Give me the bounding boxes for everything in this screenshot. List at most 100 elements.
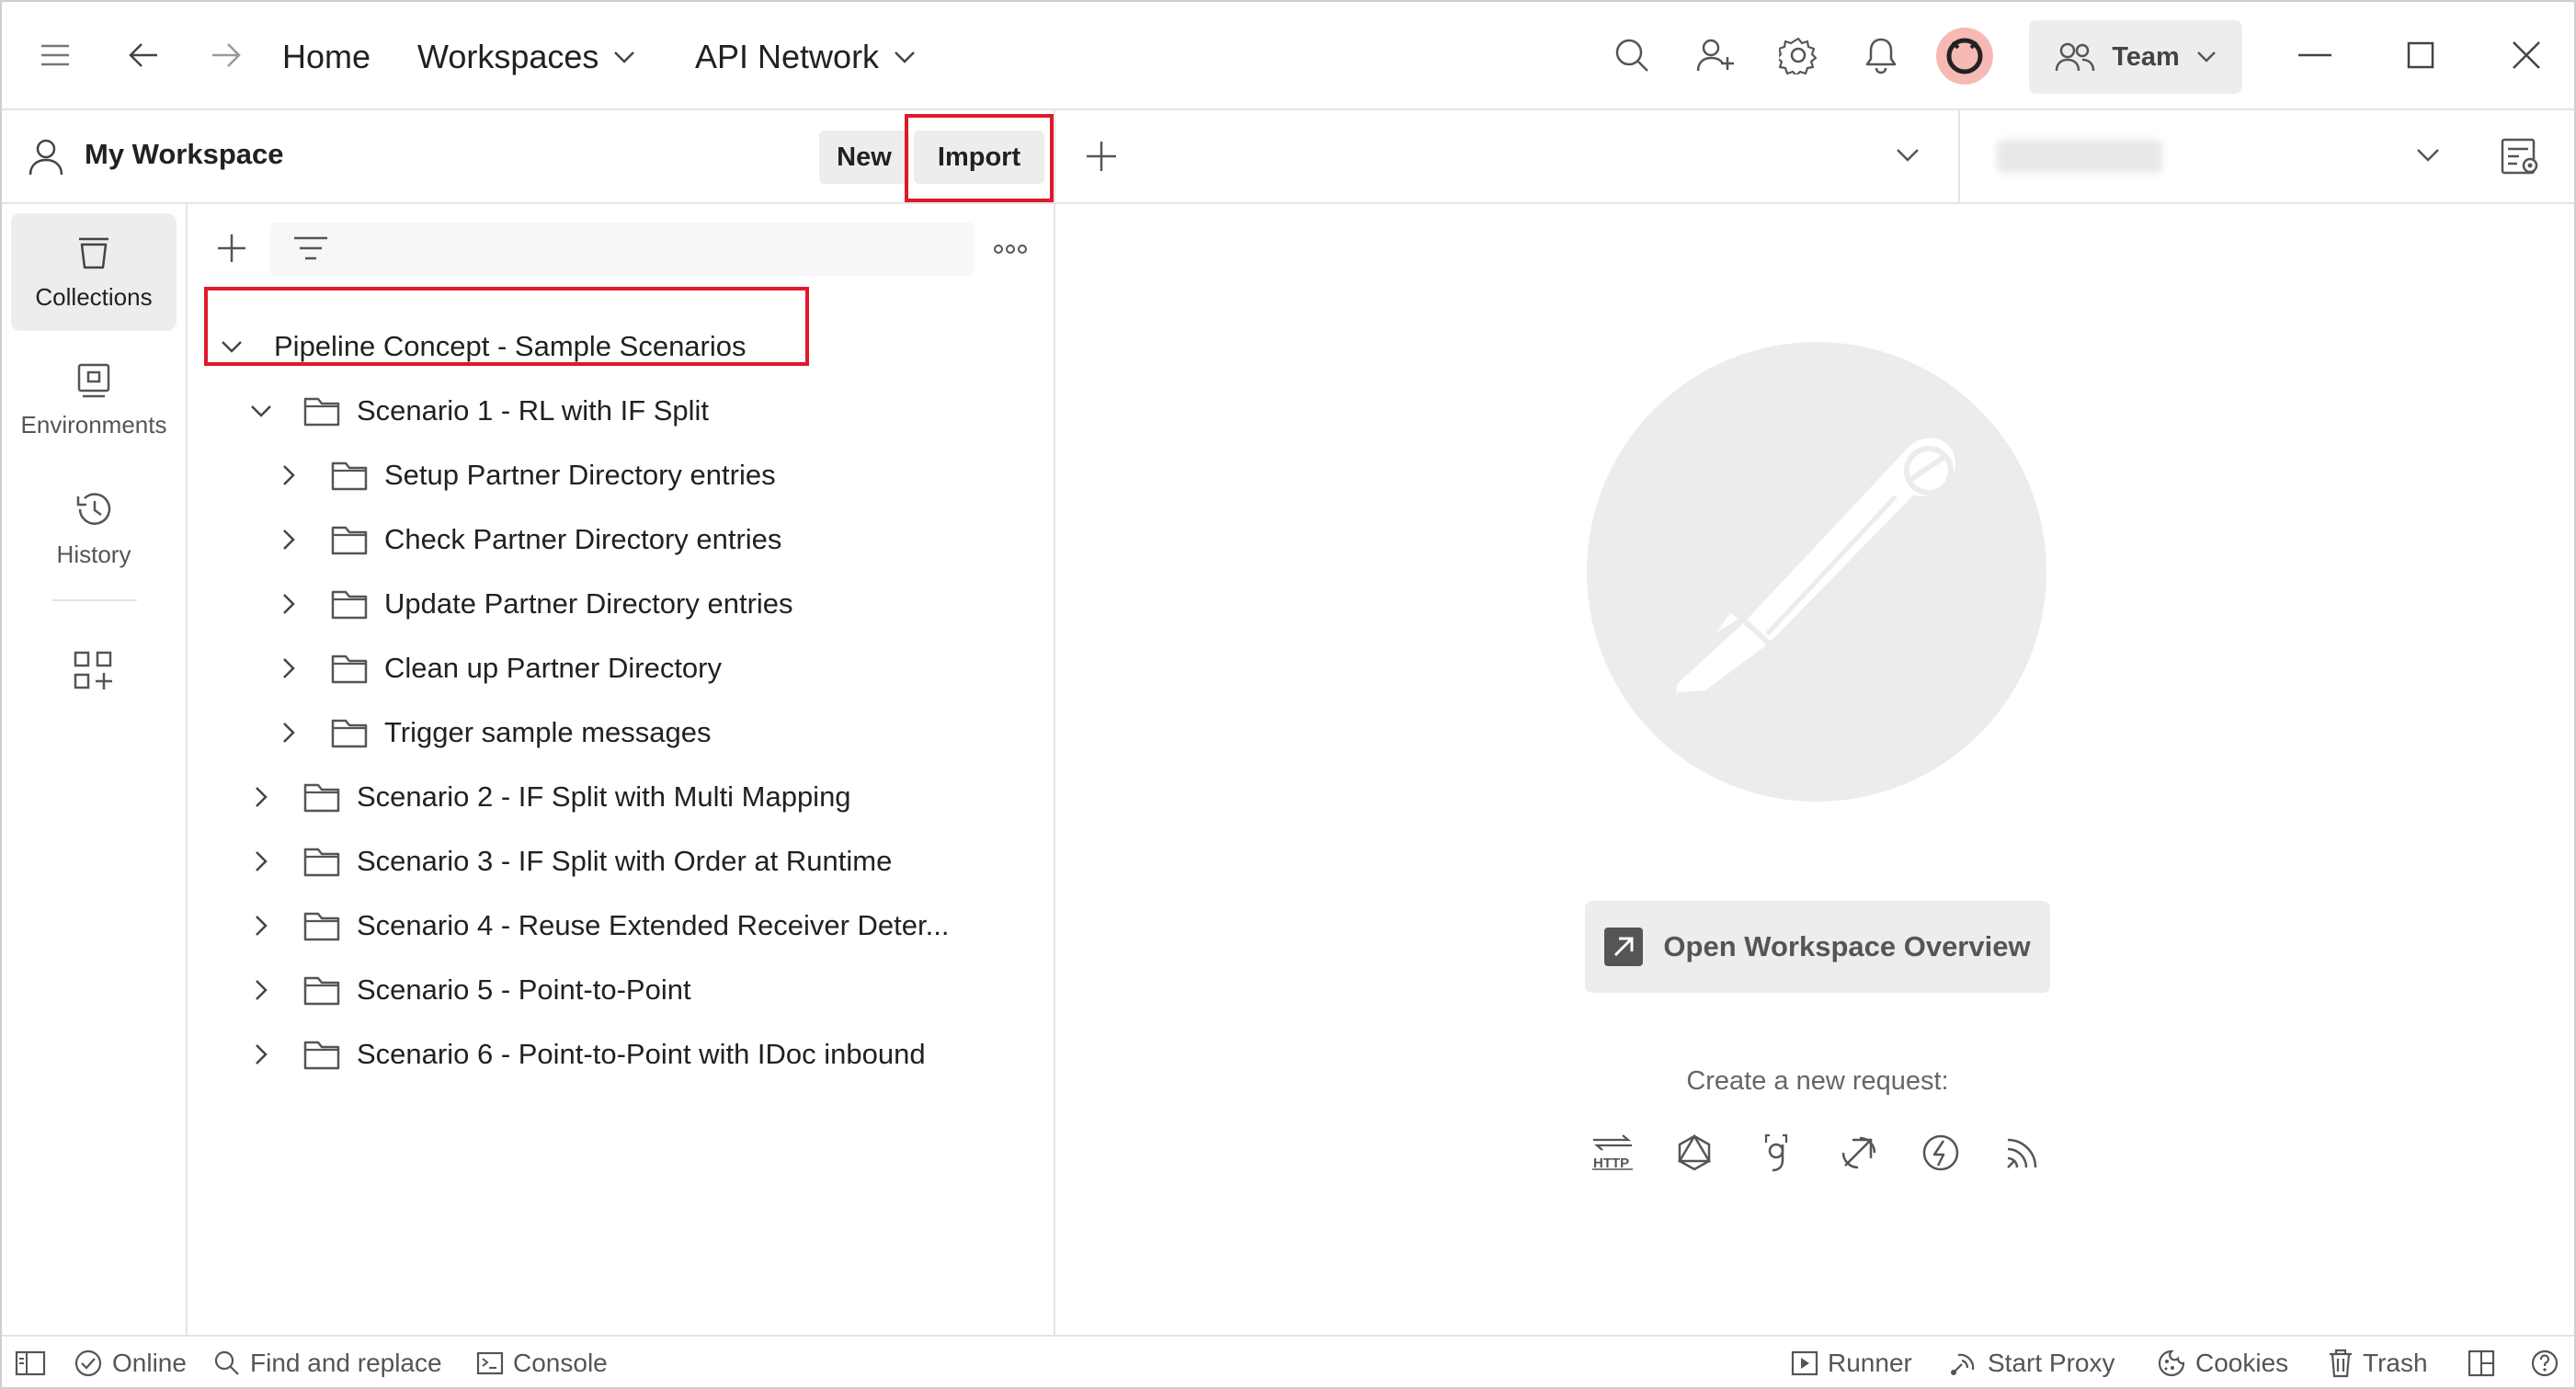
console-label: Console	[513, 1349, 608, 1377]
new-tab-plus-icon[interactable]	[1083, 138, 1120, 175]
socketio-request-icon[interactable]	[1911, 1123, 1970, 1182]
environments-icon	[77, 363, 110, 397]
start-proxy-button[interactable]: Start Proxy	[1949, 1337, 2115, 1387]
cookies-button[interactable]: Cookies	[2157, 1337, 2289, 1387]
rail-item-collections[interactable]: Collections	[11, 213, 177, 331]
graphql-request-icon[interactable]	[1665, 1123, 1724, 1182]
app-window: Home Workspaces API Network Team My Work…	[0, 0, 2576, 1389]
rail-item-history[interactable]: History	[11, 471, 177, 588]
trash-button[interactable]: Trash	[2328, 1337, 2428, 1387]
open-workspace-overview-button[interactable]: Open Workspace Overview	[1585, 901, 2050, 993]
chevron-right-icon[interactable]	[270, 650, 307, 687]
open-external-icon	[1604, 928, 1644, 966]
folder-row[interactable]: Scenario 1 - RL with IF Split	[243, 379, 709, 443]
mqtt-request-icon[interactable]	[1993, 1123, 2052, 1182]
environment-quick-look-icon[interactable]	[2501, 138, 2539, 176]
chevron-right-icon[interactable]	[270, 714, 307, 751]
chevron-down-icon	[2196, 51, 2216, 63]
start-proxy-label: Start Proxy	[1988, 1349, 2115, 1377]
folder-icon	[303, 1034, 344, 1075]
api-network-label: API Network	[695, 38, 880, 75]
minimize-window-icon[interactable]	[2289, 29, 2341, 81]
folder-icon	[303, 841, 344, 882]
find-and-replace-button[interactable]: Find and replace	[213, 1337, 442, 1387]
chevron-right-icon[interactable]	[270, 457, 307, 494]
collection-filter-input[interactable]	[270, 222, 975, 276]
team-users-icon	[2055, 42, 2095, 72]
invite-user-icon[interactable]	[1690, 29, 1741, 81]
rail-item-environments[interactable]: Environments	[11, 342, 177, 460]
new-button[interactable]: New	[819, 131, 909, 184]
tabs-dropdown-chevron-icon[interactable]	[1896, 147, 1920, 164]
hamburger-menu-icon[interactable]	[29, 29, 81, 81]
sidebar-rail: Collections Environments History	[2, 204, 188, 1335]
cookie-icon	[2158, 1349, 2185, 1377]
close-window-icon[interactable]	[2501, 29, 2552, 81]
filter-lines-icon[interactable]	[292, 235, 329, 263]
chevron-right-icon[interactable]	[243, 1036, 279, 1073]
chevron-down-icon[interactable]	[213, 328, 250, 365]
folder-row[interactable]: Scenario 4 - Reuse Extended Receiver Det…	[243, 894, 949, 958]
chevron-right-icon[interactable]	[243, 907, 279, 944]
cookies-label: Cookies	[2195, 1349, 2289, 1377]
add-collection-plus-icon[interactable]	[215, 232, 248, 265]
settings-gear-icon[interactable]	[1772, 29, 1824, 81]
chevron-right-icon[interactable]	[243, 843, 279, 880]
back-arrow-icon[interactable]	[118, 29, 169, 81]
folder-icon	[331, 584, 371, 624]
console-button[interactable]: Console	[476, 1337, 608, 1387]
subfolder-row[interactable]: Trigger sample messages	[270, 700, 712, 765]
find-and-replace-label: Find and replace	[250, 1349, 442, 1377]
home-link[interactable]: Home	[282, 33, 370, 81]
notifications-bell-icon[interactable]	[1855, 29, 1907, 81]
subfolder-row[interactable]: Setup Partner Directory entries	[270, 443, 776, 507]
more-options-icon[interactable]	[993, 243, 1028, 256]
help-icon[interactable]	[2530, 1337, 2559, 1387]
create-request-label: Create a new request:	[1686, 1066, 1949, 1096]
subfolder-row[interactable]: Clean up Partner Directory	[270, 636, 722, 700]
postman-logo-illustration	[1587, 342, 2046, 802]
websocket-request-icon[interactable]	[1829, 1123, 1888, 1182]
toggle-sidebar-icon[interactable]	[15, 1337, 46, 1387]
environment-selector-blurred[interactable]	[1997, 140, 2162, 173]
user-avatar[interactable]	[1936, 28, 1993, 85]
chevron-down-icon[interactable]	[243, 393, 279, 429]
workspace-header: My Workspace New Import	[2, 110, 1055, 204]
forward-arrow-icon[interactable]	[200, 29, 252, 81]
rail-label-history: History	[56, 540, 131, 568]
chevron-right-icon[interactable]	[270, 521, 307, 558]
environment-dropdown-chevron-icon[interactable]	[2416, 147, 2440, 164]
folder-row[interactable]: Scenario 3 - IF Split with Order at Runt…	[243, 829, 892, 894]
http-request-icon[interactable]: HTTP	[1583, 1123, 1642, 1182]
team-button[interactable]: Team	[2029, 20, 2242, 94]
collection-row[interactable]: Pipeline Concept - Sample Scenarios	[213, 314, 747, 379]
subfolder-row[interactable]: Update Partner Directory entries	[270, 572, 793, 636]
two-pane-view-icon[interactable]	[2468, 1337, 2495, 1387]
chevron-right-icon[interactable]	[243, 779, 279, 815]
search-icon[interactable]	[1606, 29, 1658, 81]
subfolder-name: Trigger sample messages	[384, 716, 712, 748]
import-button[interactable]: Import	[914, 131, 1044, 184]
folder-icon	[331, 712, 371, 753]
workspace-title: My Workspace	[85, 138, 284, 170]
api-network-dropdown[interactable]: API Network	[695, 33, 916, 81]
status-bar: Online Find and replace Console Runner S…	[2, 1335, 2574, 1387]
online-status[interactable]: Online	[74, 1337, 187, 1387]
folder-row[interactable]: Scenario 2 - IF Split with Multi Mapping	[243, 765, 851, 829]
maximize-window-icon[interactable]	[2395, 29, 2446, 81]
subfolder-name: Setup Partner Directory entries	[384, 459, 776, 491]
configure-sidebar-grid-icon[interactable]	[74, 651, 112, 689]
folder-row[interactable]: Scenario 5 - Point-to-Point	[243, 958, 691, 1022]
online-label: Online	[112, 1349, 187, 1377]
request-type-icons: HTTP	[1583, 1123, 2052, 1182]
grpc-request-icon[interactable]	[1747, 1123, 1806, 1182]
folder-name: Scenario 4 - Reuse Extended Receiver Det…	[357, 909, 950, 941]
rail-divider	[52, 599, 137, 601]
subfolder-name: Update Partner Directory entries	[384, 587, 793, 620]
chevron-right-icon[interactable]	[270, 586, 307, 622]
folder-row[interactable]: Scenario 6 - Point-to-Point with IDoc in…	[243, 1022, 926, 1087]
subfolder-row[interactable]: Check Partner Directory entries	[270, 507, 781, 572]
chevron-right-icon[interactable]	[243, 972, 279, 1008]
workspaces-dropdown[interactable]: Workspaces	[417, 33, 635, 81]
runner-button[interactable]: Runner	[1791, 1337, 1912, 1387]
